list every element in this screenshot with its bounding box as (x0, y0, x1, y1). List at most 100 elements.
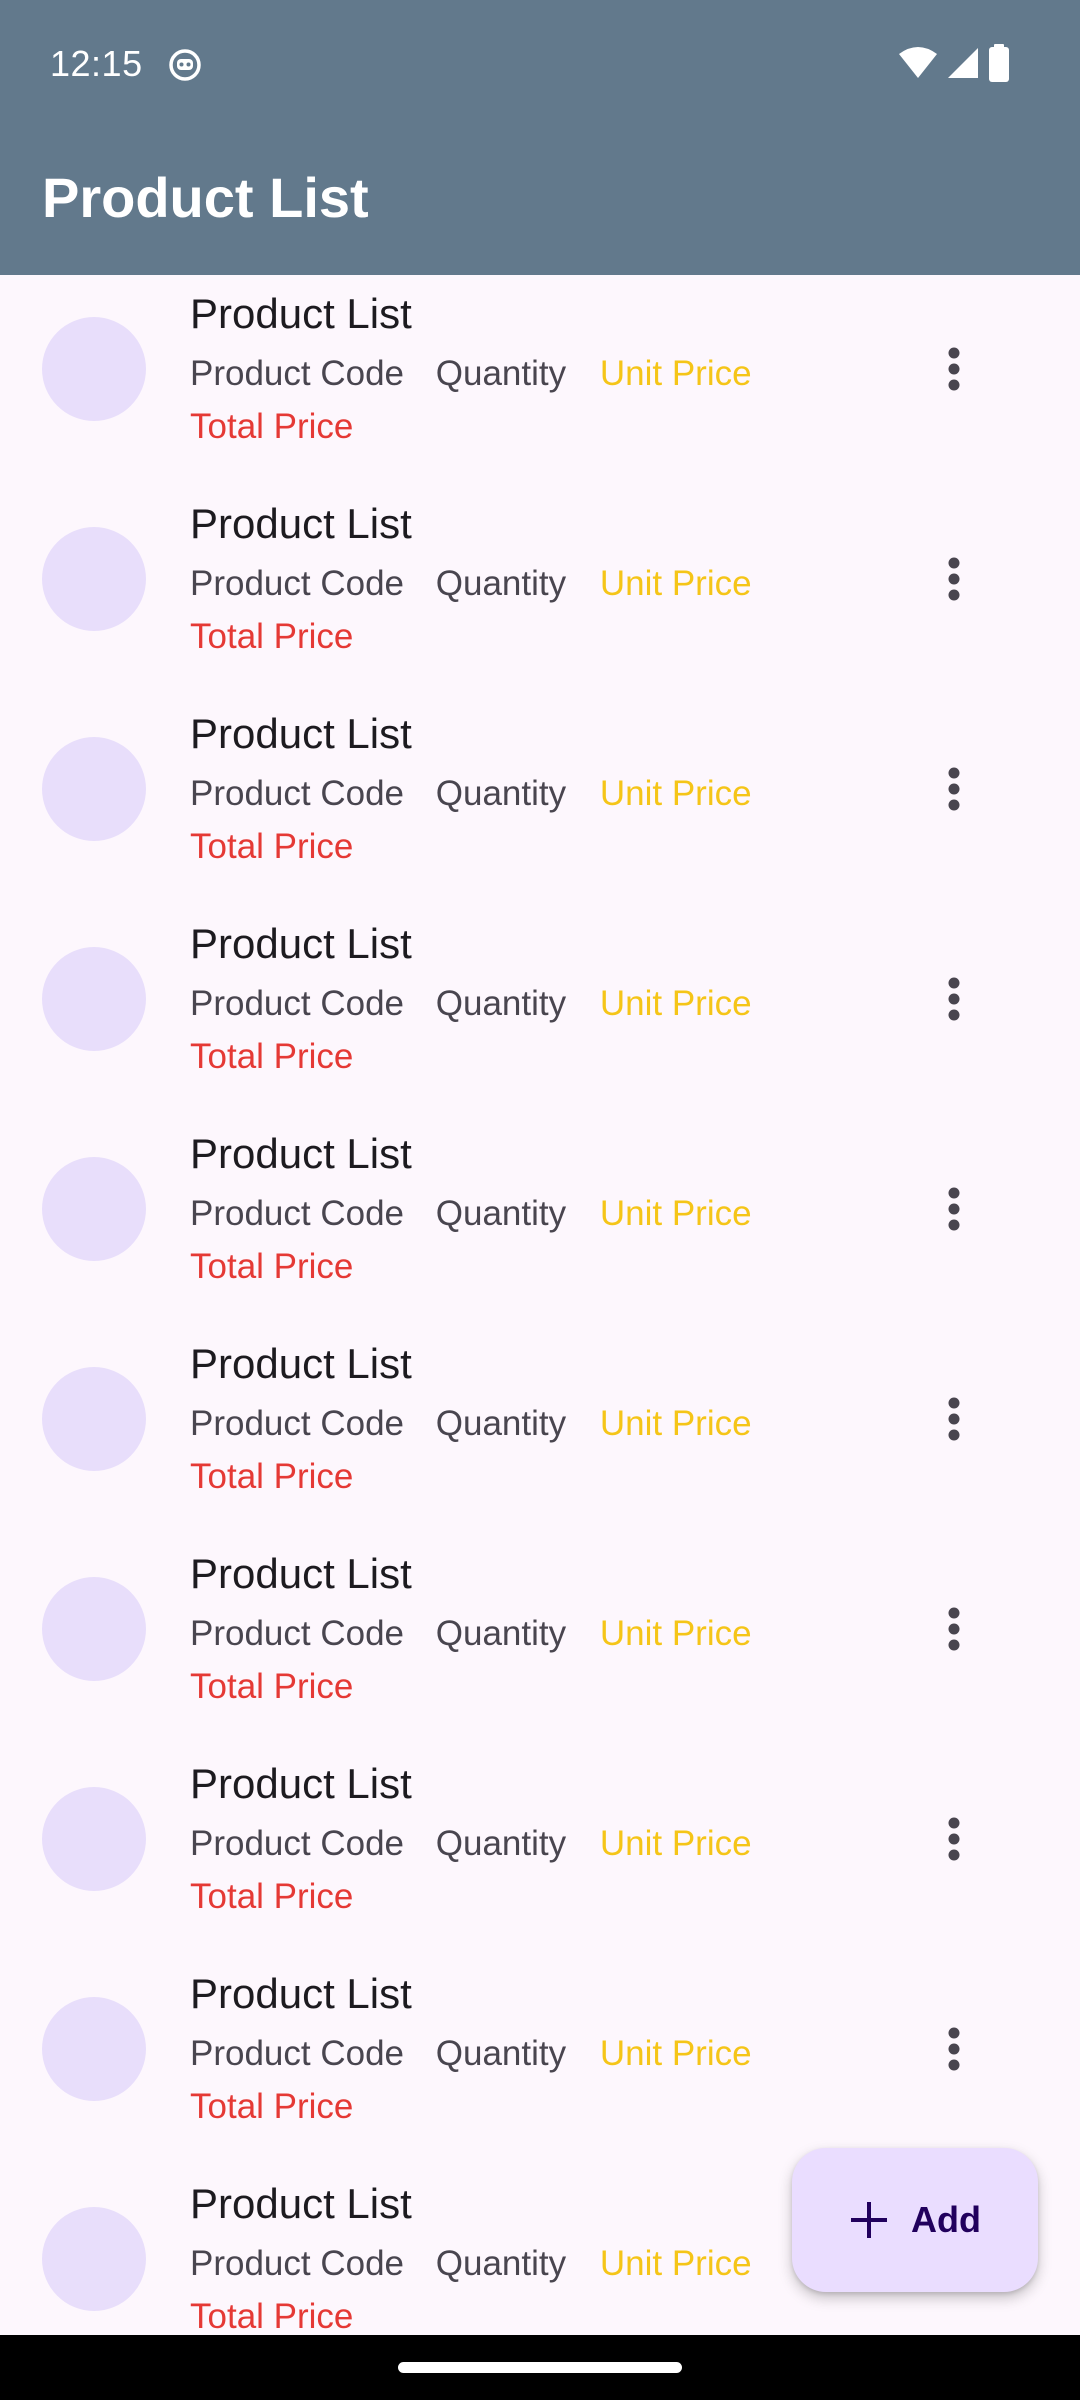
more-options-button[interactable] (918, 1383, 990, 1455)
battery-icon (989, 44, 1009, 82)
product-title: Product List (190, 290, 412, 337)
product-meta: Product Code Quantity Unit Price (190, 2033, 752, 2075)
product-unit-price: Unit Price (599, 2034, 752, 2073)
list-item[interactable]: Product List Product Code Quantity Unit … (0, 485, 1080, 695)
product-total-price: Total Price (190, 827, 354, 866)
product-code: Product Code (190, 1404, 405, 1443)
product-title: Product List (190, 1970, 412, 2017)
plus-icon (851, 2202, 887, 2238)
list-item[interactable]: Product List Product Code Quantity Unit … (0, 905, 1080, 1115)
list-item[interactable]: Product List Product Code Quantity Unit … (0, 1325, 1080, 1535)
more-options-button[interactable] (918, 1593, 990, 1665)
more-options-button[interactable] (918, 543, 990, 615)
product-title: Product List (190, 1340, 412, 1387)
more-vert-icon (948, 1817, 960, 1861)
page-title: Product List (42, 166, 369, 229)
product-total-price: Total Price (190, 617, 354, 656)
product-total-price: Total Price (190, 1247, 354, 1286)
product-unit-price: Unit Price (599, 1404, 752, 1443)
more-options-button[interactable] (918, 963, 990, 1035)
product-total-price: Total Price (190, 407, 354, 446)
list-item[interactable]: Product List Product Code Quantity Unit … (0, 695, 1080, 905)
product-title: Product List (190, 1550, 412, 1597)
product-quantity: Quantity (435, 2244, 567, 2283)
product-meta: Product Code Quantity Unit Price (190, 563, 752, 605)
more-options-button[interactable] (918, 1803, 990, 1875)
product-quantity: Quantity (435, 984, 567, 1023)
avatar (42, 1577, 146, 1681)
avatar (42, 737, 146, 841)
product-code: Product Code (190, 1614, 405, 1653)
product-total-price: Total Price (190, 2087, 354, 2126)
more-vert-icon (948, 977, 960, 1021)
product-meta: Product Code Quantity Unit Price (190, 1193, 752, 1235)
status-icons (898, 44, 1010, 82)
product-quantity: Quantity (435, 1404, 567, 1443)
product-quantity: Quantity (435, 354, 567, 393)
more-vert-icon (948, 1187, 960, 1231)
more-options-button[interactable] (918, 1173, 990, 1245)
product-quantity: Quantity (435, 1824, 567, 1863)
list-item[interactable]: Product List Product Code Quantity Unit … (0, 275, 1080, 485)
product-meta: Product Code Quantity Unit Price (190, 1613, 752, 1655)
product-code: Product Code (190, 2034, 405, 2073)
product-title: Product List (190, 1760, 412, 1807)
list-item[interactable]: Product List Product Code Quantity Unit … (0, 1115, 1080, 1325)
avatar (42, 947, 146, 1051)
avatar (42, 317, 146, 421)
product-title: Product List (190, 920, 412, 967)
product-unit-price: Unit Price (599, 1824, 752, 1863)
add-button[interactable]: Add (792, 2148, 1038, 2292)
more-vert-icon (948, 1397, 960, 1441)
product-code: Product Code (190, 1824, 405, 1863)
product-quantity: Quantity (435, 2034, 567, 2073)
product-unit-price: Unit Price (599, 1194, 752, 1233)
avatar (42, 1787, 146, 1891)
more-vert-icon (948, 2027, 960, 2071)
product-total-price: Total Price (190, 1667, 354, 1706)
product-title: Product List (190, 2180, 412, 2227)
product-unit-price: Unit Price (599, 774, 752, 813)
product-code: Product Code (190, 564, 405, 603)
more-options-button[interactable] (918, 333, 990, 405)
product-unit-price: Unit Price (599, 564, 752, 603)
avatar (42, 1367, 146, 1471)
list-item[interactable]: Product List Product Code Quantity Unit … (0, 1745, 1080, 1955)
product-meta: Product Code Quantity Unit Price (190, 1823, 752, 1865)
more-vert-icon (948, 557, 960, 601)
list-item[interactable]: Product List Product Code Quantity Unit … (0, 1535, 1080, 1745)
product-code: Product Code (190, 774, 405, 813)
product-meta: Product Code Quantity Unit Price (190, 2243, 752, 2285)
product-quantity: Quantity (435, 564, 567, 603)
product-meta: Product Code Quantity Unit Price (190, 1403, 752, 1445)
product-meta: Product Code Quantity Unit Price (190, 983, 752, 1025)
product-title: Product List (190, 1130, 412, 1177)
add-button-label: Add (911, 2199, 981, 2240)
gesture-handle[interactable] (398, 2362, 682, 2373)
app-bar: Product List (0, 120, 1080, 275)
product-title: Product List (190, 500, 412, 547)
product-total-price: Total Price (190, 1877, 354, 1916)
avatar (42, 1997, 146, 2101)
screen: 12:15 Product List Product List Product … (0, 0, 1080, 2335)
avatar (42, 527, 146, 631)
signal-icon (948, 48, 978, 78)
product-title: Product List (190, 710, 412, 757)
list-item[interactable]: Product List Product Code Quantity Unit … (0, 1955, 1080, 2165)
more-options-button[interactable] (918, 2013, 990, 2085)
avatar (42, 1157, 146, 1261)
more-options-button[interactable] (918, 753, 990, 825)
more-vert-icon (948, 347, 960, 391)
product-code: Product Code (190, 984, 405, 1023)
product-total-price: Total Price (190, 1457, 354, 1496)
product-code: Product Code (190, 1194, 405, 1233)
product-quantity: Quantity (435, 1614, 567, 1653)
product-total-price: Total Price (190, 2297, 354, 2335)
status-time: 12:15 (50, 43, 143, 84)
product-unit-price: Unit Price (599, 354, 752, 393)
product-quantity: Quantity (435, 774, 567, 813)
more-vert-icon (948, 767, 960, 811)
product-unit-price: Unit Price (599, 2244, 752, 2283)
product-meta: Product Code Quantity Unit Price (190, 353, 752, 395)
product-list: Product List Product Code Quantity Unit … (0, 275, 1080, 2335)
